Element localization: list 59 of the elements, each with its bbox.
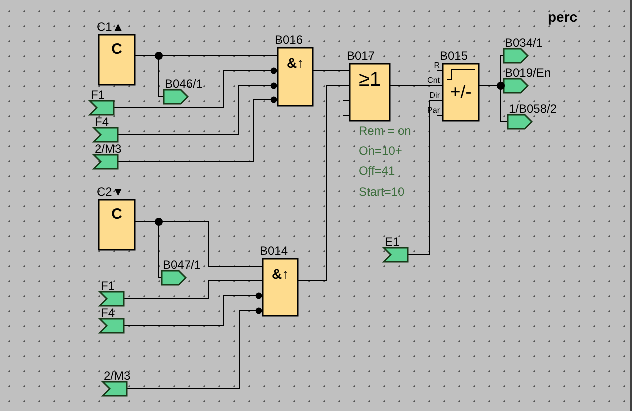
connector-label: F1	[91, 88, 106, 102]
connector-label: B046/1	[165, 77, 204, 91]
input-dot	[256, 292, 262, 300]
connector-label: F4	[101, 306, 116, 320]
input-connector[interactable]	[98, 291, 125, 307]
input-dot	[256, 308, 262, 314]
output-connector[interactable]	[507, 114, 534, 130]
pin-label: Cnt	[428, 76, 440, 85]
junction-dot	[155, 218, 163, 226]
block-symbol: &↑	[272, 266, 290, 282]
input-connector[interactable]	[92, 154, 119, 170]
output-connector[interactable]	[161, 270, 188, 286]
wire	[436, 70, 444, 72]
output-connector[interactable]	[503, 78, 530, 94]
connector-label: 2/M3	[104, 369, 131, 383]
function-block[interactable]	[442, 63, 480, 122]
output-connector[interactable]	[163, 89, 190, 105]
parameter-text: Rem = on	[359, 124, 412, 138]
output-connector[interactable]	[503, 48, 530, 64]
input-connector[interactable]	[92, 127, 119, 143]
diagram-title: perc	[548, 9, 578, 25]
input-dot	[270, 96, 278, 104]
cursor-key-block[interactable]: C	[98, 199, 136, 251]
block-symbol: +/-	[450, 82, 472, 102]
function-block[interactable]	[262, 258, 299, 317]
function-block[interactable]	[349, 63, 391, 122]
function-block[interactable]	[277, 47, 314, 107]
connector-label: 1/B058/2	[509, 102, 558, 116]
input-connector[interactable]	[98, 318, 125, 334]
pin-label: R	[434, 61, 440, 70]
connector-label: B034/1	[505, 36, 544, 50]
block-label: C2▼	[97, 185, 124, 199]
parameter-text: Start=10	[359, 185, 405, 199]
block-label: C1▲	[97, 20, 124, 34]
junction-dot	[155, 52, 163, 60]
junction-dot	[497, 82, 505, 90]
parameter-text: On=10+	[359, 144, 402, 158]
input-dot	[270, 68, 278, 74]
connector-label: B047/1	[163, 258, 202, 272]
block-label: B017	[347, 49, 376, 63]
cursor-key-block[interactable]: C	[98, 34, 136, 86]
connector-label: B019/En	[505, 66, 552, 80]
connector-label: 2/M3	[95, 142, 122, 156]
pin-label: Dir	[430, 91, 440, 100]
input-connector[interactable]	[382, 247, 409, 263]
block-symbol: &↑	[286, 55, 304, 71]
connector-label: F4	[95, 115, 110, 129]
wire	[312, 70, 350, 72]
connector-label: F1	[101, 279, 116, 293]
connector-label: E1	[385, 235, 400, 249]
input-dot	[270, 82, 278, 90]
parameter-text: Off=41	[359, 164, 396, 178]
input-connector[interactable]	[101, 381, 128, 397]
block-symbol: ≥1	[358, 69, 382, 91]
input-connector[interactable]	[88, 100, 115, 116]
edge-icon	[446, 70, 476, 80]
block-label: B016	[275, 33, 304, 47]
block-label: B015	[440, 49, 468, 63]
block-label: B014	[260, 244, 288, 258]
